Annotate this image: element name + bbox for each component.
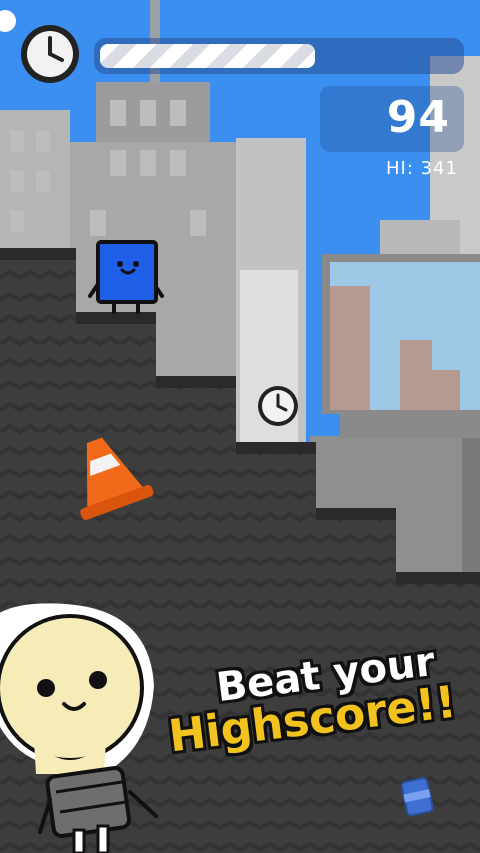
player-character: [88, 240, 164, 314]
high-score: HI: 341: [386, 158, 458, 179]
billboard: [322, 254, 480, 438]
clock-pickup-icon: [258, 386, 298, 426]
score-panel: 94: [320, 86, 464, 152]
clock-icon: [20, 24, 80, 84]
soda-can-item: [400, 777, 434, 817]
current-score: 94: [386, 92, 450, 143]
time-remaining-bar: [94, 38, 464, 74]
time-remaining-fill: [100, 44, 315, 68]
